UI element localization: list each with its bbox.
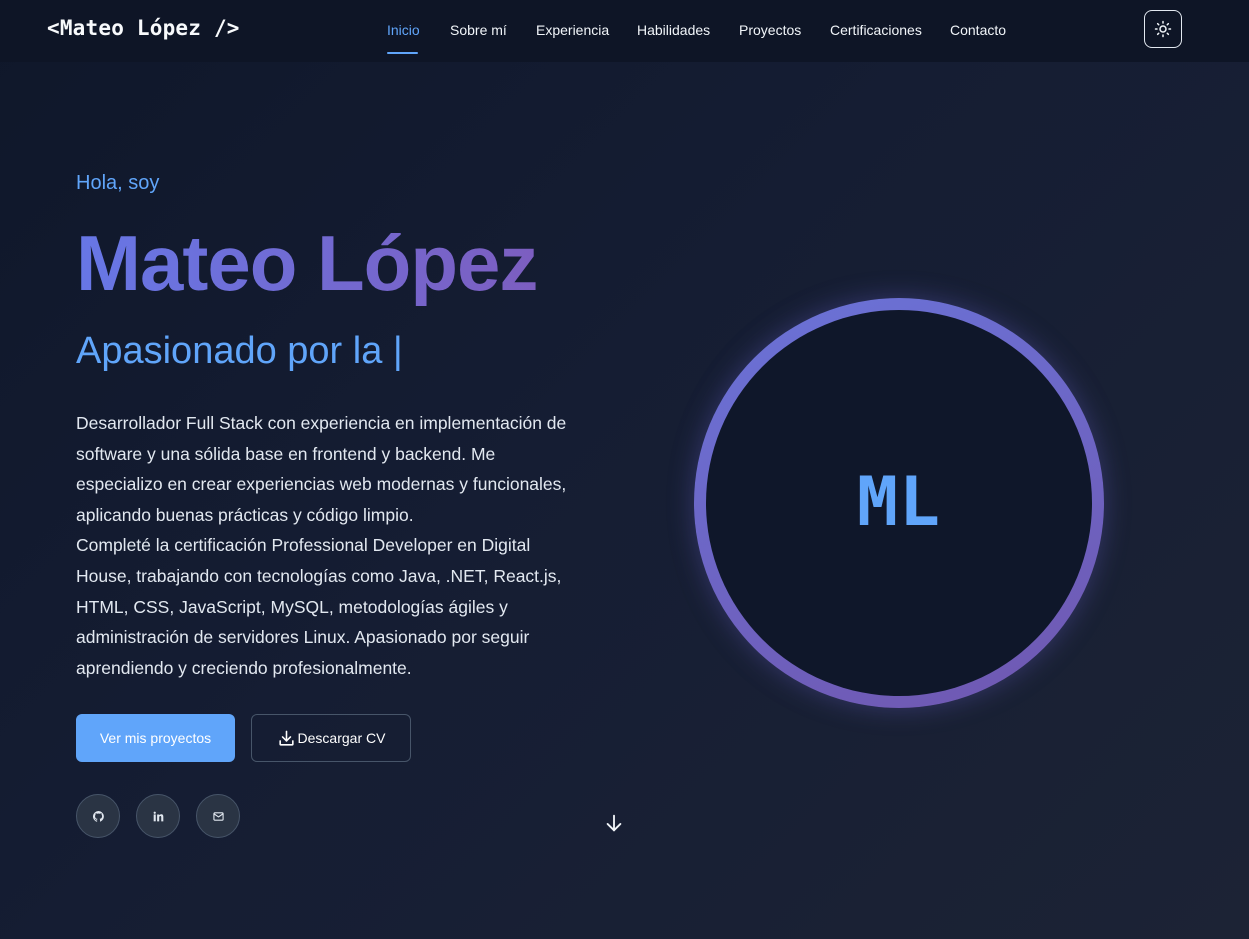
nav-link-certificaciones[interactable]: Certificaciones [830, 22, 922, 38]
avatar: ML [694, 298, 1104, 708]
hero-tagline: Apasionado por la | [76, 330, 403, 372]
hero-greeting: Hola, soy [76, 172, 160, 194]
bio-paragraph: Completé la certificación Professional D… [76, 535, 562, 678]
github-link[interactable] [76, 794, 120, 838]
nav-link-experiencia[interactable]: Experiencia [536, 22, 609, 38]
navbar: <Mateo López /> Inicio Sobre mí Experien… [0, 0, 1249, 62]
active-nav-indicator [387, 52, 418, 54]
nav-link-habilidades[interactable]: Habilidades [637, 22, 710, 38]
arrow-down-icon [606, 814, 622, 832]
nav-link-proyectos[interactable]: Proyectos [739, 22, 801, 38]
avatar-inner: ML [706, 310, 1092, 696]
linkedin-link[interactable] [136, 794, 180, 838]
avatar-initials: ML [857, 462, 941, 542]
email-link[interactable] [196, 794, 240, 838]
download-cv-button[interactable]: Descargar CV [251, 714, 411, 762]
sun-icon [1154, 20, 1172, 38]
nav-link-inicio[interactable]: Inicio [387, 22, 420, 38]
scroll-down-button[interactable] [603, 812, 625, 839]
view-projects-button[interactable]: Ver mis proyectos [76, 714, 235, 762]
mail-icon [212, 811, 224, 821]
view-projects-label: Ver mis proyectos [99, 730, 212, 746]
hero-name: Mateo López [76, 219, 538, 307]
nav-link-contacto[interactable]: Contacto [950, 22, 1006, 38]
github-icon [92, 810, 104, 822]
site-logo[interactable]: <Mateo López /> [47, 16, 240, 40]
hero-bio: Desarrollador Full Stack con experiencia… [76, 408, 586, 683]
theme-toggle-button[interactable] [1144, 10, 1182, 48]
download-cv-label: Descargar CV [297, 730, 386, 746]
nav-link-sobre-mi[interactable]: Sobre mí [450, 22, 507, 38]
bio-paragraph: Desarrollador Full Stack con experiencia… [76, 413, 567, 525]
download-icon [278, 730, 294, 746]
linkedin-icon [153, 811, 163, 821]
